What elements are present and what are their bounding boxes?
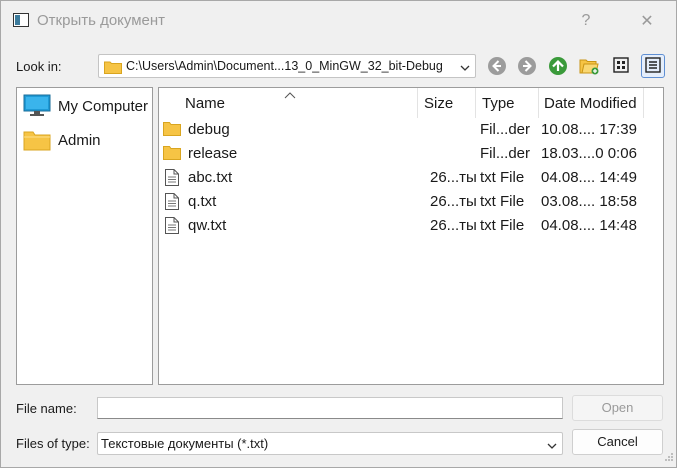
sidebar-item-label: Admin bbox=[58, 132, 101, 149]
file-size-cell: 26...ты bbox=[430, 169, 477, 186]
help-button[interactable]: ? bbox=[567, 7, 605, 35]
window-title: Открыть документ bbox=[37, 12, 166, 29]
table-row[interactable]: abc.txt 26...ты txt File 04.08.... 14:49 bbox=[159, 166, 663, 190]
detail-view-button[interactable] bbox=[641, 54, 665, 78]
text-file-icon bbox=[165, 217, 179, 238]
file-list-view[interactable]: Name Size Type Date Modified debug Fil...… bbox=[158, 87, 664, 385]
table-row[interactable]: release Fil...der 18.03....0 0:06 bbox=[159, 142, 663, 166]
file-type-cell: txt File bbox=[480, 217, 525, 234]
folder-icon bbox=[104, 60, 122, 77]
chevron-down-icon bbox=[460, 61, 470, 76]
resize-grip-icon[interactable] bbox=[664, 450, 674, 465]
files-of-type-combo[interactable]: Текстовые документы (*.txt) bbox=[97, 432, 563, 455]
column-header-date-modified[interactable]: Date Modified bbox=[539, 88, 643, 118]
files-of-type-value: Текстовые документы (*.txt) bbox=[101, 436, 269, 451]
up-folder-icon[interactable] bbox=[548, 56, 568, 76]
text-file-icon bbox=[165, 169, 179, 190]
sidebar-item-label: My Computer bbox=[58, 98, 149, 115]
file-size-cell: 26...ты bbox=[430, 217, 477, 234]
look-in-path: C:\Users\Admin\Document...13_0_MinGW_32_… bbox=[126, 59, 443, 73]
file-name-cell: q.txt bbox=[188, 193, 217, 210]
look-in-combo[interactable]: C:\Users\Admin\Document...13_0_MinGW_32_… bbox=[98, 54, 476, 78]
file-name-cell: abc.txt bbox=[188, 169, 233, 186]
new-folder-icon[interactable] bbox=[579, 56, 599, 76]
table-row[interactable]: q.txt 26...ты txt File 03.08.... 18:58 bbox=[159, 190, 663, 214]
file-name-cell: release bbox=[188, 145, 238, 162]
text-file-icon bbox=[165, 193, 179, 214]
file-name-cell: qw.txt bbox=[188, 217, 227, 234]
sidebar-item-admin[interactable]: Admin bbox=[21, 126, 149, 154]
places-sidebar: My Computer Admin bbox=[16, 87, 153, 385]
forward-arrow-icon[interactable] bbox=[517, 56, 537, 76]
file-name-field[interactable] bbox=[97, 397, 563, 419]
table-row[interactable]: debug Fil...der 10.08.... 17:39 bbox=[159, 118, 663, 142]
file-type-cell: Fil...der bbox=[480, 121, 531, 138]
folder-icon bbox=[163, 121, 181, 140]
column-header-type[interactable]: Type bbox=[476, 88, 538, 118]
file-date-cell: 18.03....0 0:06 bbox=[541, 145, 637, 162]
computer-icon bbox=[23, 94, 51, 121]
app-window-icon bbox=[13, 13, 29, 27]
back-arrow-icon[interactable] bbox=[487, 56, 507, 76]
column-header-name[interactable]: Name bbox=[159, 88, 417, 118]
file-dialog-window: Открыть документ ? ✕ Look in: C:\Users\A… bbox=[0, 0, 677, 468]
table-row[interactable]: qw.txt 26...ты txt File 04.08.... 14:48 bbox=[159, 214, 663, 238]
open-button[interactable]: Open bbox=[572, 395, 663, 421]
file-date-cell: 04.08.... 14:48 bbox=[541, 217, 637, 234]
column-divider[interactable] bbox=[643, 88, 644, 118]
file-type-cell: txt File bbox=[480, 193, 525, 210]
chevron-down-icon bbox=[547, 439, 557, 454]
folder-icon bbox=[23, 128, 51, 155]
files-of-type-label: Files of type: bbox=[16, 436, 90, 451]
file-size-cell: 26...ты bbox=[430, 193, 477, 210]
column-header-size[interactable]: Size bbox=[418, 88, 475, 118]
title-bar[interactable]: Открыть документ ? ✕ bbox=[1, 1, 676, 39]
file-name-label: File name: bbox=[16, 401, 77, 416]
file-name-cell: debug bbox=[188, 121, 230, 138]
look-in-label: Look in: bbox=[16, 59, 62, 74]
close-button[interactable]: ✕ bbox=[628, 7, 666, 35]
list-view-button[interactable] bbox=[609, 54, 633, 78]
sidebar-item-my-computer[interactable]: My Computer bbox=[21, 92, 149, 120]
file-date-cell: 04.08.... 14:49 bbox=[541, 169, 637, 186]
folder-icon bbox=[163, 145, 181, 164]
cancel-button[interactable]: Cancel bbox=[572, 429, 663, 455]
file-type-cell: txt File bbox=[480, 169, 525, 186]
list-view-icon bbox=[613, 56, 629, 76]
file-date-cell: 03.08.... 18:58 bbox=[541, 193, 637, 210]
file-date-cell: 10.08.... 17:39 bbox=[541, 121, 637, 138]
detail-view-icon bbox=[645, 56, 661, 76]
file-type-cell: Fil...der bbox=[480, 145, 531, 162]
